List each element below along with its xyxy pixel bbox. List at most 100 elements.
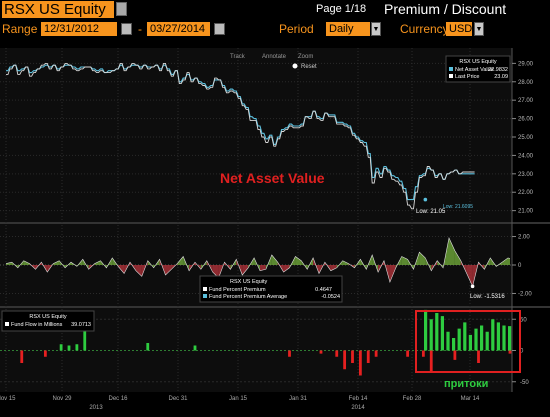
legend-avg-name: Fund Percent Premium Average — [209, 294, 287, 300]
premium-low-label: Low: -1.5316 — [470, 294, 505, 300]
inflow-bar — [474, 328, 478, 351]
y-axis-ticks: 29.00 28.00 27.00 26.00 25.00 24.00 23.00 22.00… — [512, 61, 534, 386]
premium-legend: RSX US Equity Fund Percent Premium 0.464… — [199, 275, 343, 303]
x-tick-label: Mar 14 — [461, 396, 480, 402]
inflow-bar — [480, 325, 484, 351]
y-tick-label: 22.00 — [518, 190, 534, 196]
fund-flow-bar — [374, 350, 378, 357]
legend-flow-value: 39.0713 — [71, 322, 91, 328]
inflow-bar — [424, 309, 428, 351]
legend-flow-name: Fund Flow in Millions — [11, 322, 63, 328]
fund-flow-bar — [477, 350, 480, 363]
period-select[interactable]: Daily — [326, 22, 370, 36]
fund-flow-bar — [67, 345, 71, 351]
legend-premium-value: 0.4647 — [315, 287, 332, 293]
fund-flow-bar — [75, 344, 79, 351]
x-tick-label: Feb 14 — [349, 396, 368, 402]
legend-price-name: Last Price — [455, 74, 479, 80]
nav-big-label: Net Asset Value — [220, 170, 325, 186]
legend-title: RSX US Equity — [459, 59, 497, 65]
legend-swatch — [449, 67, 453, 71]
x-year-label: 2013 — [89, 405, 103, 411]
annotate-tool[interactable]: Annotate — [262, 54, 287, 60]
inflow-bar — [502, 325, 506, 351]
fund-flow-bar — [366, 350, 370, 363]
x-tick-label: Nov 15 — [0, 396, 16, 402]
fund-flow-bar — [508, 350, 512, 354]
fund-flow-bar — [351, 350, 354, 363]
x-tick-label: Jan 15 — [229, 396, 248, 402]
y-tick-label: 23.00 — [518, 172, 534, 178]
inflow-bar — [440, 316, 444, 351]
fund-flow-bar — [421, 350, 425, 357]
y-tick-label: 24.00 — [518, 153, 534, 159]
legend-premium-name: Fund Percent Premium — [209, 287, 266, 293]
fund-flow-bar — [20, 350, 24, 363]
y-tick-label: 2.00 — [518, 235, 530, 241]
y-tick-label: 25.00 — [518, 135, 534, 141]
fund-flow-bar — [453, 350, 457, 360]
premium-low-marker — [470, 284, 475, 289]
inflow-bar — [457, 328, 461, 351]
legend-price-value: 23.09 — [494, 74, 508, 80]
premium-segment — [508, 257, 510, 265]
legend-swatch — [5, 322, 9, 326]
start-date-field[interactable]: 12/31/2012 — [41, 22, 117, 36]
fund-flow-bar — [288, 350, 291, 357]
reset-icon[interactable] — [292, 63, 298, 69]
calendar-icon[interactable] — [121, 23, 132, 35]
y-tick-label: 29.00 — [518, 61, 534, 67]
currency-label: Currency — [400, 22, 449, 36]
fund-flow-bar — [43, 350, 47, 357]
range-label: Range — [2, 22, 38, 36]
nav-low-marker: Low: 21.6095 — [443, 204, 473, 210]
fund-flow-bar — [319, 350, 323, 354]
x-axis-labels: Nov 15 Nov 29 Dec 16 Dec 31 Jan 15 Jan 31 Feb … — [0, 396, 480, 411]
fund-flow-bar — [59, 344, 63, 351]
y-tick-label: -50 — [520, 380, 529, 386]
reset-button[interactable]: Reset — [301, 64, 317, 70]
legend-swatch — [449, 74, 453, 78]
track-tool[interactable]: Track — [230, 54, 246, 60]
inflow-bar — [491, 319, 495, 351]
y-tick-label: -2.00 — [518, 291, 532, 297]
low-point-marker — [423, 197, 428, 202]
fund-flow-bar — [358, 350, 362, 376]
x-tick-label: Nov 29 — [52, 396, 72, 402]
zoom-tool[interactable]: Zoom — [298, 54, 313, 60]
flow-legend: RSX US Equity Fund Flow in Millions 39.0… — [1, 310, 95, 332]
y-tick-label: 28.00 — [518, 80, 534, 86]
x-year-label: 2014 — [351, 405, 365, 411]
fund-flow-bar — [429, 350, 433, 373]
nav-panel-bg — [0, 48, 512, 222]
fund-flow-bar — [406, 350, 410, 357]
inflow-bar — [429, 319, 433, 351]
legend-title: RSX US Equity — [230, 279, 268, 285]
y-tick-label: 0 — [518, 263, 522, 269]
chevron-down-icon[interactable]: ▼ — [474, 22, 484, 36]
chart-area: Nov 15 Nov 29 Dec 16 Dec 31 Jan 15 Jan 31 Feb … — [0, 48, 550, 412]
inflow-bar — [496, 322, 500, 351]
currency-select[interactable]: USD — [446, 22, 472, 36]
chevron-down-icon[interactable]: ▼ — [371, 22, 381, 36]
title-bar: RSX US Equity Page 1/18 Premium / Discou… — [0, 0, 550, 33]
legend-nav-value: 22.9832 — [488, 67, 508, 73]
nav-low-label: Low: 21.05 — [416, 209, 446, 215]
inflow-bar — [435, 313, 439, 351]
x-tick-label: Jan 31 — [289, 396, 308, 402]
fund-flow-bar — [193, 345, 197, 351]
ticker-dropdown-button[interactable] — [116, 2, 127, 16]
x-tick-label: Feb 28 — [403, 396, 422, 402]
x-tick-label: Dec 16 — [108, 396, 128, 402]
range-dash: - — [138, 22, 142, 36]
end-date-field[interactable]: 03/27/2014 — [147, 22, 210, 36]
y-tick-label: 27.00 — [518, 98, 534, 104]
x-tick-label: Dec 31 — [168, 396, 188, 402]
nav-legend: RSX US Equity Net Asset Value 22.9832 La… — [445, 55, 511, 83]
fund-flow-bar — [335, 350, 339, 357]
ticker-field[interactable]: RSX US Equity — [2, 1, 114, 18]
premium-discount-chart: Nov 15 Nov 29 Dec 16 Dec 31 Jan 15 Jan 31 Feb … — [0, 48, 550, 411]
inflow-bar — [463, 322, 467, 351]
fund-flow-bar — [146, 343, 150, 351]
calendar-icon[interactable] — [214, 23, 225, 35]
